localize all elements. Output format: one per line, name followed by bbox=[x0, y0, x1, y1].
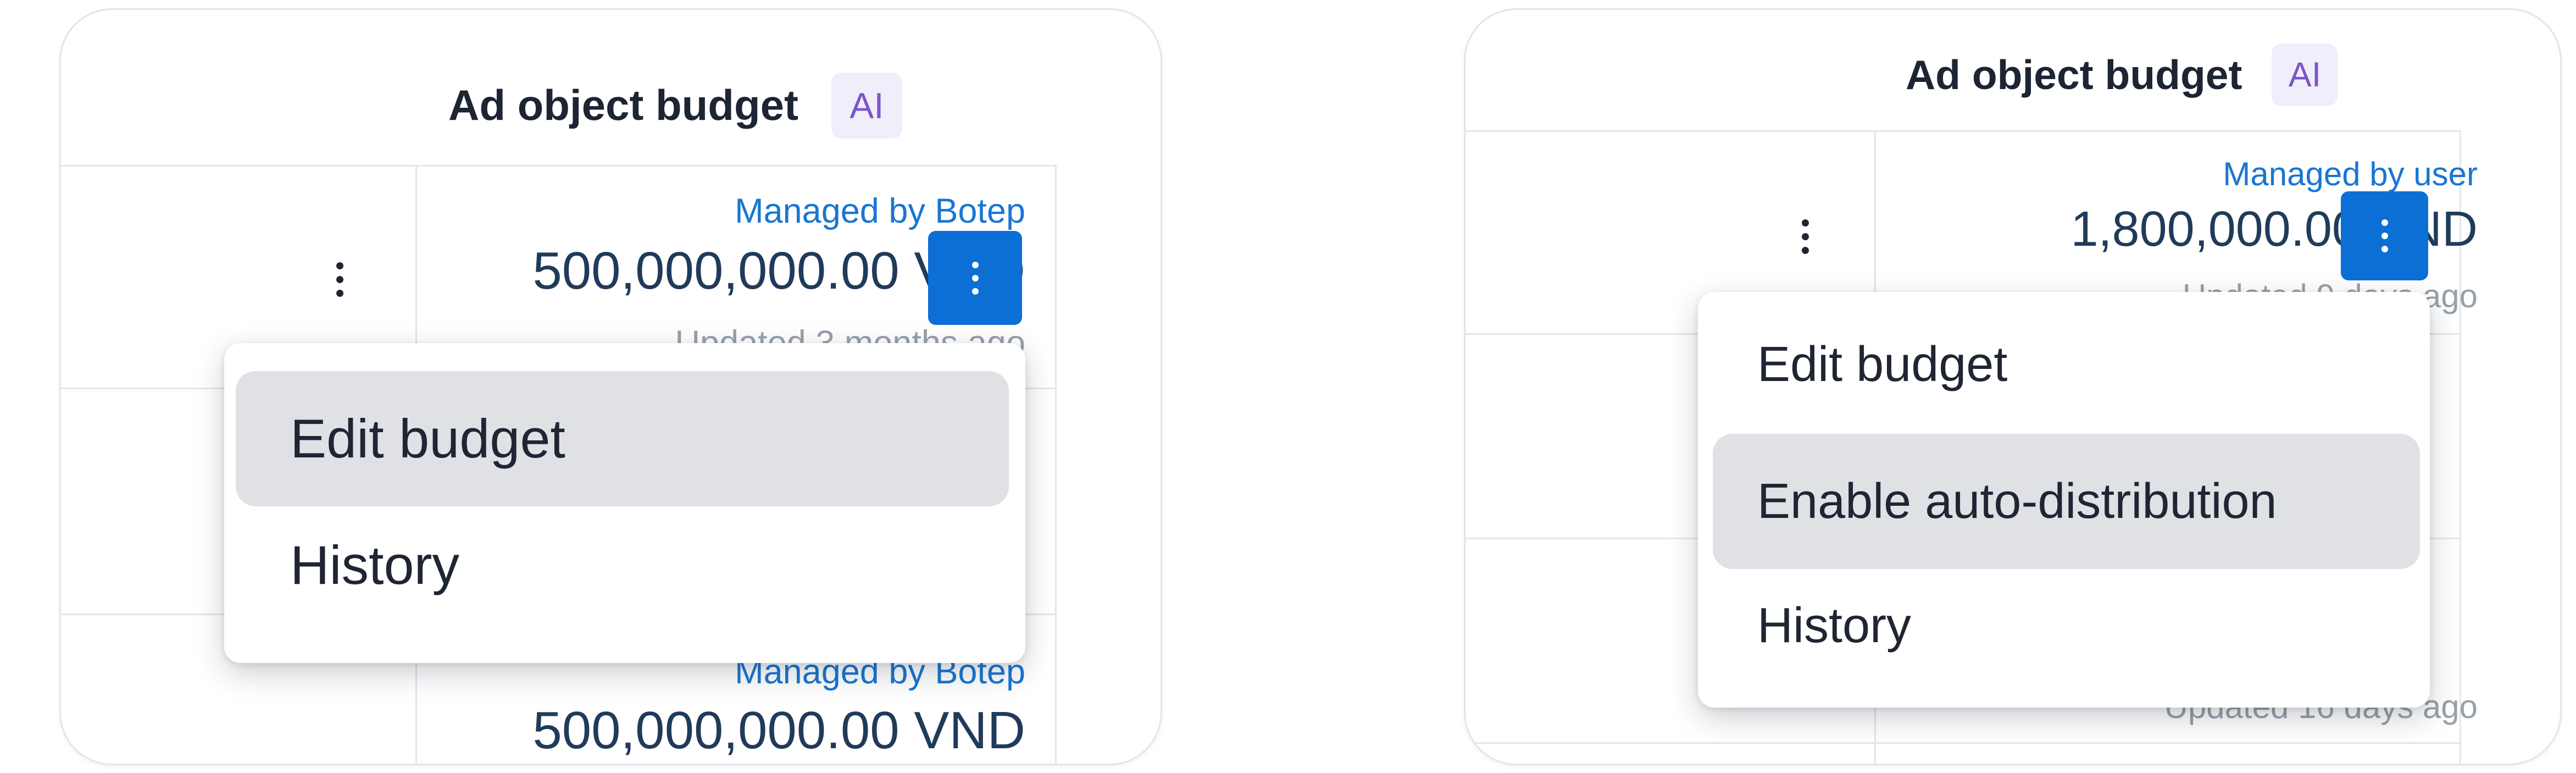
more-vertical-icon-dot bbox=[336, 275, 343, 283]
more-vertical-icon-dot bbox=[2381, 246, 2388, 252]
ai-badge: AI bbox=[2272, 43, 2338, 106]
budget-actions-menu: Edit budget History bbox=[224, 343, 1025, 663]
row-divider bbox=[1465, 742, 2461, 744]
column-header: Ad object budget AI bbox=[1906, 42, 2338, 108]
menu-item-label: Edit budget bbox=[1757, 336, 2008, 392]
row-more-button[interactable] bbox=[1780, 206, 1830, 267]
more-vertical-icon-dot bbox=[336, 289, 343, 297]
more-vertical-icon-dot bbox=[1801, 247, 1809, 254]
more-vertical-icon bbox=[1801, 219, 1809, 227]
more-vertical-icon bbox=[336, 262, 343, 269]
menu-item-edit-budget[interactable]: Edit budget bbox=[1713, 320, 2420, 409]
column-title: Ad object budget bbox=[1906, 52, 2242, 98]
budget-actions-menu: Edit budget Enable auto-distribution His… bbox=[1698, 292, 2430, 708]
row-divider bbox=[1465, 130, 2461, 132]
column-title: Ad object budget bbox=[448, 81, 798, 129]
budget-amount: 500,000,000.00 VND bbox=[532, 701, 1025, 760]
screenshot-stage: Ad object budget AI Managed by Botep 500… bbox=[0, 0, 2576, 773]
managed-by-link[interactable]: Managed by user bbox=[2223, 155, 2478, 193]
menu-item-edit-budget[interactable]: Edit budget bbox=[236, 371, 1009, 506]
menu-item-enable-auto-distribution[interactable]: Enable auto-distribution bbox=[1713, 434, 2420, 569]
more-vertical-icon-dot bbox=[971, 274, 979, 281]
menu-item-label: History bbox=[1757, 598, 1912, 653]
menu-item-history[interactable]: History bbox=[236, 515, 1009, 615]
menu-item-label: Enable auto-distribution bbox=[1757, 473, 2277, 529]
row-divider bbox=[61, 165, 1057, 167]
more-vertical-icon-dot bbox=[1801, 233, 1809, 240]
row-more-button[interactable] bbox=[313, 246, 366, 312]
menu-item-label: Edit budget bbox=[290, 408, 565, 469]
ai-badge: AI bbox=[831, 72, 902, 139]
right-budget-panel: Ad object budget AI Managed by user 1,80… bbox=[1464, 8, 2562, 765]
managed-by-link[interactable]: Managed by Botep bbox=[735, 191, 1025, 231]
budget-actions-button[interactable] bbox=[2341, 191, 2428, 280]
more-vertical-icon-dot bbox=[971, 288, 979, 295]
budget-actions-button[interactable] bbox=[928, 231, 1022, 325]
column-divider bbox=[1055, 165, 1057, 764]
menu-item-history[interactable]: History bbox=[1713, 579, 2420, 673]
more-vertical-icon bbox=[2381, 219, 2388, 226]
column-header: Ad object budget AI bbox=[448, 65, 902, 146]
menu-item-label: History bbox=[290, 534, 460, 595]
more-vertical-icon bbox=[971, 261, 979, 268]
left-budget-panel: Ad object budget AI Managed by Botep 500… bbox=[59, 8, 1162, 765]
more-vertical-icon-dot bbox=[2381, 233, 2388, 239]
